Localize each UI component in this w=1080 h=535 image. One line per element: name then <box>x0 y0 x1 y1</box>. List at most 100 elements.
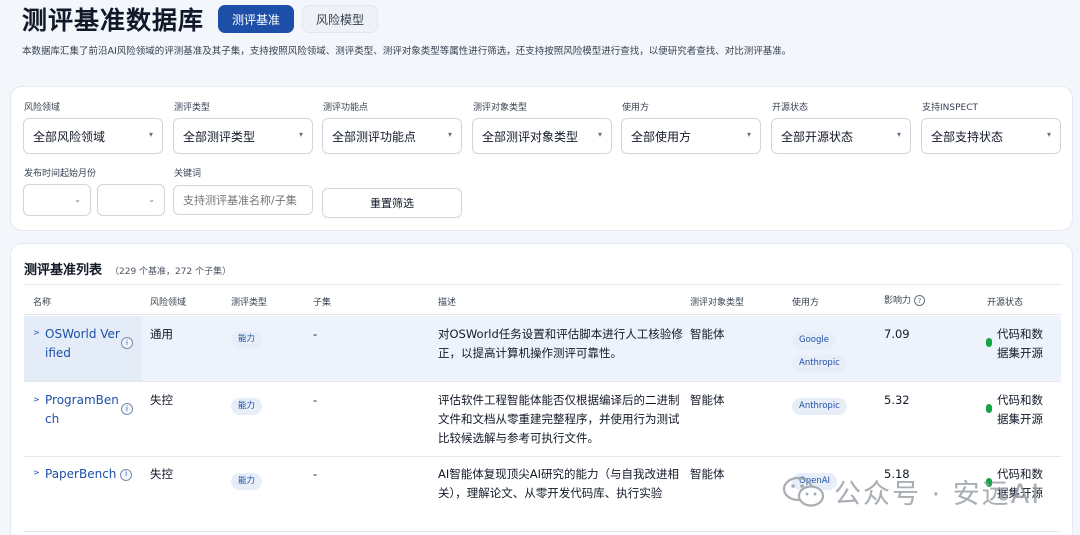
eval-function-select[interactable]: 全部测评功能点 ▾ <box>322 118 462 154</box>
page-title: 测评基准数据库 <box>22 6 205 35</box>
list-header: 测评基准列表 （229 个基准，272 个子集） <box>24 259 231 278</box>
benchmark-name-link[interactable]: OSWorld Verified <box>45 325 123 363</box>
benchmark-name-link[interactable]: PaperBench i <box>45 465 133 484</box>
chevron-down-icon: ⌄ <box>148 195 155 204</box>
target-cell: 智能体 <box>690 467 725 481</box>
wechat-logo-icon <box>782 475 826 509</box>
eval-type-label: 测评类型 <box>174 103 211 113</box>
tab-risk-models[interactable]: 风险模型 <box>302 5 379 33</box>
col-risk[interactable]: 风险领域 <box>150 295 186 308</box>
chevron-down-icon: ▾ <box>746 130 751 139</box>
eval-type-select[interactable]: 全部测评类型 ▾ <box>173 118 313 154</box>
user-badge: Anthropic <box>792 350 847 372</box>
eval-target-value: 全部测评对象类型 <box>482 129 579 144</box>
status-dot-icon <box>986 404 992 413</box>
benchmark-name-link[interactable]: ProgramBench <box>45 391 123 429</box>
col-user[interactable]: 使用方 <box>792 295 819 308</box>
inspect-value: 全部支持状态 <box>931 129 1004 144</box>
chevron-down-icon: ▾ <box>447 130 452 139</box>
description-cell: AI智能体复现顶尖AI研究的能力（与自我改进相关），理解论文、从零开发代码库、执… <box>438 467 680 500</box>
user-pill: Anthropic <box>792 398 847 415</box>
description-cell: 评估软件工程智能体能否仅根据编译后的二进制文件和文档从零重建完整程序，并使用行为… <box>438 393 680 445</box>
risk-domain-label: 风险领域 <box>24 103 61 113</box>
help-circle-icon[interactable]: ? <box>914 295 926 306</box>
chevron-down-icon: ▾ <box>896 130 901 139</box>
target-cell: 智能体 <box>690 393 725 407</box>
chevron-down-icon: ⌄ <box>74 195 81 204</box>
user-select[interactable]: 全部使用方 ▾ <box>621 118 761 154</box>
eval-function-value: 全部测评功能点 <box>332 129 417 144</box>
inspect-select[interactable]: 全部支持状态 ▾ <box>921 118 1061 154</box>
start-month-select[interactable]: ⌄ <box>97 184 165 216</box>
user-label: 使用方 <box>622 103 650 113</box>
eval-function-label: 测评功能点 <box>323 103 369 113</box>
impact-cell: 7.09 <box>884 327 910 341</box>
eval-type-badge: 能力 <box>231 326 263 348</box>
info-icon[interactable]: i <box>121 337 133 349</box>
user-value: 全部使用方 <box>631 129 692 144</box>
expand-arrow-icon[interactable]: > <box>33 328 40 337</box>
keyword-input[interactable] <box>173 185 313 215</box>
reset-filters-button[interactable]: 重置筛选 <box>322 188 462 218</box>
col-target[interactable]: 测评对象类型 <box>690 295 744 308</box>
page-subtitle: 本数据库汇集了前沿AI风险领域的评测基准及其子集，支持按照风险领域、测评类型、测… <box>22 46 792 57</box>
table-header: 名称 风险领域 测评类型 子集 描述 测评对象类型 使用方 影响力? 开源状态 <box>24 284 1061 315</box>
open-source-select[interactable]: 全部开源状态 ▾ <box>771 118 911 154</box>
col-impact-label: 影响力 <box>884 296 912 306</box>
user-pill: Google <box>792 332 836 349</box>
impact-cell: 5.32 <box>884 393 910 407</box>
inspect-label: 支持INSPECT <box>922 103 978 113</box>
table-row[interactable]: > OSWorld Verified i 通用 能力 - 对OSWorld任务设… <box>24 316 1061 382</box>
filter-panel: 风险领域 全部风险领域 ▾ 测评类型 全部测评类型 ▾ 测评功能点 全部测评功能… <box>10 86 1073 231</box>
col-open[interactable]: 开源状态 <box>987 295 1023 308</box>
watermark-text: 公众号 · 安远AI <box>834 479 1042 510</box>
col-desc[interactable]: 描述 <box>438 295 456 308</box>
eval-type-value: 全部测评类型 <box>183 129 256 144</box>
risk-cell: 失控 <box>150 467 173 481</box>
chevron-down-icon: ▾ <box>148 130 153 139</box>
watermark: 公众号 · 安远AI <box>782 472 1041 511</box>
eval-type-pill: 能力 <box>231 331 263 348</box>
tab-benchmarks[interactable]: 测评基准 <box>218 5 295 33</box>
list-count: （229 个基准，272 个子集） <box>110 267 232 277</box>
chevron-down-icon: ▾ <box>298 130 303 139</box>
user-pill: Anthropic <box>792 355 847 372</box>
expand-arrow-icon[interactable]: > <box>33 468 40 477</box>
eval-type-pill: 能力 <box>231 398 263 415</box>
target-cell: 智能体 <box>690 327 725 341</box>
risk-cell: 失控 <box>150 393 173 407</box>
expand-arrow-icon[interactable]: > <box>33 395 40 404</box>
col-subset[interactable]: 子集 <box>313 295 331 308</box>
user-badge: Anthropic <box>792 393 847 415</box>
user-badge: Google <box>792 327 836 349</box>
start-year-select[interactable]: ⌄ <box>23 184 91 216</box>
risk-domain-value: 全部风险领域 <box>33 129 106 144</box>
start-month-label: 发布时间起始月份 <box>24 169 97 179</box>
risk-cell: 通用 <box>150 327 173 341</box>
info-icon[interactable]: i <box>120 468 133 481</box>
col-impact[interactable]: 影响力? <box>884 293 926 306</box>
eval-target-select[interactable]: 全部测评对象类型 ▾ <box>472 118 612 154</box>
status-dot-icon <box>986 338 992 347</box>
table-row[interactable]: > ProgramBench i 失控 能力 - 评估软件工程智能体能否仅根据编… <box>24 382 1061 457</box>
chevron-down-icon: ▾ <box>1046 130 1051 139</box>
list-title: 测评基准列表 <box>24 263 103 278</box>
col-name[interactable]: 名称 <box>33 295 51 308</box>
subset-cell: - <box>313 393 318 407</box>
keyword-label: 关键词 <box>174 169 202 179</box>
info-icon[interactable]: i <box>121 403 133 415</box>
col-type[interactable]: 测评类型 <box>231 295 267 308</box>
open-status-cell: 代码和数据集开源 <box>997 327 1043 360</box>
subset-cell: - <box>313 327 318 341</box>
page-header: 测评基准数据库 测评基准 风险模型 本数据库汇集了前沿AI风险领域的评测基准及其… <box>22 4 1070 57</box>
risk-domain-select[interactable]: 全部风险领域 ▾ <box>23 118 163 154</box>
open-status-cell: 代码和数据集开源 <box>997 393 1043 426</box>
subset-cell: - <box>313 467 318 481</box>
open-source-value: 全部开源状态 <box>781 129 854 144</box>
eval-type-pill: 能力 <box>231 473 263 490</box>
chevron-down-icon: ▾ <box>597 130 602 139</box>
eval-type-badge: 能力 <box>231 468 263 490</box>
eval-type-badge: 能力 <box>231 393 263 415</box>
eval-target-label: 测评对象类型 <box>473 103 528 113</box>
open-source-label: 开源状态 <box>772 103 809 113</box>
